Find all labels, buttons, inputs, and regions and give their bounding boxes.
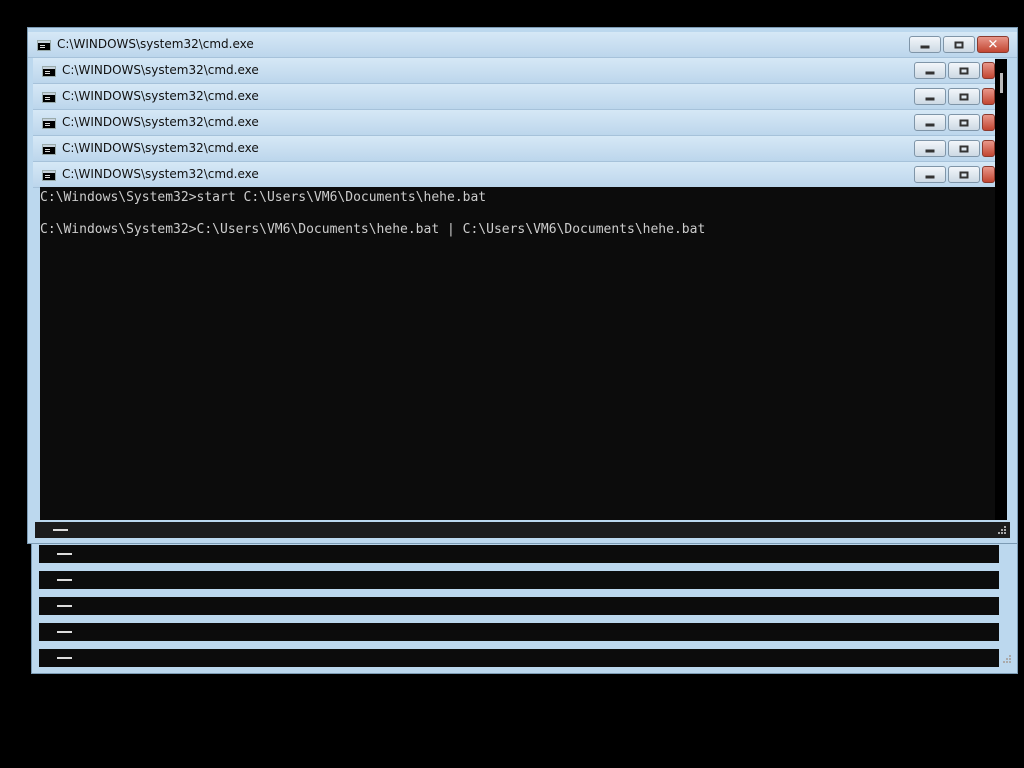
cursor-dash xyxy=(57,657,72,659)
minimize-icon xyxy=(925,175,935,178)
maximize-icon xyxy=(954,41,964,48)
cmd-icon xyxy=(42,170,56,181)
maximize-icon xyxy=(959,171,969,178)
window-title: C:\WINDOWS\system32\cmd.exe xyxy=(62,89,259,103)
minimize-button[interactable] xyxy=(909,36,941,53)
maximize-icon xyxy=(959,67,969,74)
resize-grip-icon[interactable] xyxy=(998,526,1007,535)
cmd-icon xyxy=(37,40,51,51)
minimize-button[interactable] xyxy=(914,166,946,183)
minimize-icon xyxy=(920,45,930,48)
window-title: C:\WINDOWS\system32\cmd.exe xyxy=(62,141,259,155)
cursor-dash xyxy=(57,553,72,555)
maximize-button[interactable] xyxy=(948,88,980,105)
cursor-dash xyxy=(57,605,72,607)
stacked-window-titlebar[interactable]: C:\WINDOWS\system32\cmd.exe xyxy=(33,136,995,162)
cmd-icon xyxy=(42,66,56,77)
stacked-window-titlebar[interactable]: C:\WINDOWS\system32\cmd.exe xyxy=(33,162,995,188)
scrollbar-thumb[interactable] xyxy=(1000,73,1003,93)
close-button[interactable] xyxy=(982,114,995,131)
window-title: C:\WINDOWS\system32\cmd.exe xyxy=(62,167,259,181)
stacked-window-titlebar[interactable]: C:\WINDOWS\system32\cmd.exe xyxy=(33,110,995,136)
background-window-status-strip xyxy=(39,597,999,615)
cursor-dash xyxy=(57,631,72,633)
background-window-status-strip xyxy=(39,545,999,563)
cmd-icon xyxy=(42,118,56,129)
console-line: C:\Windows\System32>start C:\Users\VM6\D… xyxy=(40,190,487,205)
minimize-button[interactable] xyxy=(914,62,946,79)
minimize-button[interactable] xyxy=(914,114,946,131)
console-line: C:\Windows\System32>C:\Users\VM6\Documen… xyxy=(40,222,706,237)
background-window-status-strip xyxy=(39,571,999,589)
maximize-icon xyxy=(959,119,969,126)
close-button[interactable]: ✕ xyxy=(977,36,1009,53)
window-title: C:\WINDOWS\system32\cmd.exe xyxy=(62,63,259,77)
cmd-icon xyxy=(42,92,56,103)
close-icon: ✕ xyxy=(987,37,999,52)
minimize-icon xyxy=(925,123,935,126)
minimize-icon xyxy=(925,149,935,152)
cursor-dash xyxy=(57,579,72,581)
minimize-button[interactable] xyxy=(914,140,946,157)
cursor-dash xyxy=(53,529,68,531)
close-button[interactable] xyxy=(982,62,995,79)
close-button[interactable] xyxy=(982,140,995,157)
console-output[interactable]: C:\Windows\System32>start C:\Users\VM6\D… xyxy=(40,187,995,520)
window-titlebar[interactable]: C:\WINDOWS\system32\cmd.exe ✕ xyxy=(28,32,1017,58)
minimize-button[interactable] xyxy=(914,88,946,105)
window-title: C:\WINDOWS\system32\cmd.exe xyxy=(62,115,259,129)
maximize-button[interactable] xyxy=(948,166,980,183)
maximize-button[interactable] xyxy=(948,114,980,131)
cmd-icon xyxy=(42,144,56,155)
minimize-icon xyxy=(925,97,935,100)
minimize-icon xyxy=(925,71,935,74)
resize-grip-icon[interactable] xyxy=(1003,655,1012,664)
maximize-button[interactable] xyxy=(943,36,975,53)
stacked-window-titlebar[interactable]: C:\WINDOWS\system32\cmd.exe xyxy=(33,84,995,110)
background-window-status-strip xyxy=(39,623,999,641)
close-button[interactable] xyxy=(982,166,995,183)
maximize-button[interactable] xyxy=(948,62,980,79)
background-window-status-strip xyxy=(39,649,999,667)
cmd-window: C:\WINDOWS\system32\cmd.exe ✕ C:\WINDOWS… xyxy=(27,27,1018,544)
close-button[interactable] xyxy=(982,88,995,105)
maximize-button[interactable] xyxy=(948,140,980,157)
window-title: C:\WINDOWS\system32\cmd.exe xyxy=(57,37,254,51)
console-status-strip xyxy=(35,522,1010,538)
vertical-scrollbar[interactable] xyxy=(995,59,1007,520)
stacked-window-titlebar[interactable]: C:\WINDOWS\system32\cmd.exe xyxy=(33,58,995,84)
maximize-icon xyxy=(959,93,969,100)
maximize-icon xyxy=(959,145,969,152)
